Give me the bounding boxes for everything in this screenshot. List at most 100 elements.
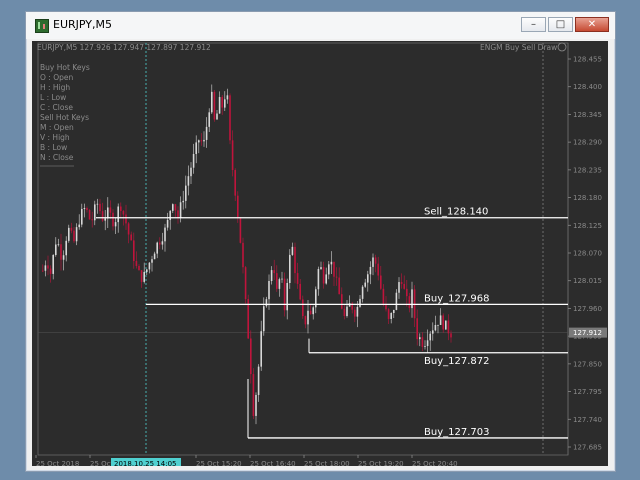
candle-bear [400, 282, 403, 284]
candle-bull [260, 331, 262, 367]
candle-bull [65, 240, 67, 256]
time-tick-label: 25 Oct 18:00 [304, 460, 350, 466]
candle-bull [255, 394, 257, 416]
candle-bear [416, 318, 418, 340]
plot-frame [37, 42, 569, 456]
candle-bull [216, 113, 218, 120]
candle-bear [133, 240, 135, 262]
time-tick-label: 25 Oct 15:20 [196, 460, 242, 466]
candle-bear [229, 95, 231, 141]
time-tick-label: 25 Oct 2018 [36, 460, 79, 466]
candle-bear [450, 333, 452, 338]
candle-bear [234, 170, 236, 196]
candle-bear [294, 246, 296, 274]
candle-bull [278, 279, 281, 289]
candle-bear [49, 268, 52, 274]
candle-bull [226, 95, 229, 100]
candle-bear [322, 267, 325, 284]
level-label: Sell_128.140 [424, 207, 488, 218]
candle-bull [169, 210, 171, 220]
candle-bull [398, 282, 400, 293]
buy-hotkey-low: L : Low [40, 93, 66, 102]
candle-bull [359, 298, 361, 307]
candle-bull [224, 99, 226, 108]
candle-bull [328, 264, 330, 275]
candle-bear [42, 270, 44, 272]
candle-bear [338, 277, 340, 295]
time-tick-label: 25 Oct [90, 460, 113, 466]
price-tick-label: 128.015 [573, 277, 602, 285]
candle-bear [335, 276, 338, 278]
candle-bull [153, 253, 156, 260]
title-bar[interactable]: EURJPY,M5 – □ ✕ [26, 12, 615, 39]
candle-bull [172, 204, 174, 211]
price-chart[interactable]: 128.455 128.400 128.345 128.290 128.235 128.1… [32, 41, 608, 468]
candle-bear [47, 265, 49, 269]
candle-bull [205, 126, 208, 140]
minimize-button[interactable]: – [521, 17, 546, 32]
maximize-button[interactable]: □ [548, 17, 573, 32]
candle-bear [283, 278, 286, 311]
candle-bull [192, 153, 195, 168]
indicator-name-text: ENGM Buy Sell Draw [480, 43, 557, 52]
candle-bull [187, 176, 190, 186]
candle-bear [380, 275, 382, 289]
candle-bear [302, 299, 304, 317]
candle-bear [252, 374, 255, 416]
candle-bull [356, 306, 359, 317]
candle-bull [78, 224, 80, 228]
candle-bull [156, 242, 158, 254]
candle-bull [208, 112, 210, 127]
candle-bull [429, 333, 431, 341]
candle-bear [91, 219, 93, 221]
time-tick-label: 25 Oct 20:40 [412, 460, 458, 466]
candle-bear [403, 283, 405, 289]
candle-bull [320, 267, 322, 270]
price-tick-label: 128.235 [573, 166, 602, 174]
level-label: Buy_127.703 [424, 427, 489, 438]
close-button[interactable]: ✕ [575, 17, 609, 32]
sell-hotkey-low: B : Low [40, 143, 67, 152]
candle-bull [203, 139, 205, 142]
candle-bear [177, 210, 179, 218]
candle-bull [369, 266, 372, 275]
price-tick-label: 128.455 [573, 56, 602, 64]
candle-bear [213, 91, 216, 120]
candle-bull [151, 259, 153, 263]
candle-bull [361, 286, 364, 299]
candle-bull [434, 325, 437, 331]
candle-bull [286, 282, 288, 311]
candle-bear [299, 283, 301, 300]
price-tick-label: 128.290 [573, 139, 602, 147]
candle-bear [112, 212, 114, 227]
smiley-icon[interactable] [557, 42, 567, 52]
candle-bull [148, 262, 151, 270]
candle-bull [164, 227, 166, 242]
candle-bull [179, 202, 182, 218]
candle-bull [281, 278, 283, 280]
candle-bear [135, 261, 138, 266]
price-tick-label: 127.960 [573, 305, 602, 313]
candle-bull [411, 289, 413, 309]
candle-bull [432, 330, 434, 334]
candle-bear [120, 206, 122, 211]
candle-bull [143, 271, 145, 282]
candle-bull [166, 219, 169, 228]
chart-area[interactable]: 128.455 128.400 128.345 128.290 128.235 128.1… [32, 41, 608, 468]
candle-bear [408, 296, 411, 309]
candle-bull [81, 208, 83, 225]
buy-hotkey-open: O : Open [40, 73, 73, 82]
candle-bull [307, 310, 309, 325]
candle-bear [442, 315, 444, 330]
candle-bear [60, 244, 62, 260]
crosshair-time-label: 2018.10.25 14:05 [114, 460, 176, 466]
candle-bear [387, 309, 390, 319]
candle-bull [367, 274, 369, 283]
price-tick-label: 127.740 [573, 416, 602, 424]
price-tick-label: 127.685 [573, 444, 602, 452]
candle-bear [125, 214, 127, 224]
time-tick-label: 25 Oct 19:20 [358, 460, 404, 466]
level-label: Buy_127.968 [424, 293, 489, 304]
candle-bull [190, 167, 192, 177]
candle-bear [242, 242, 244, 268]
